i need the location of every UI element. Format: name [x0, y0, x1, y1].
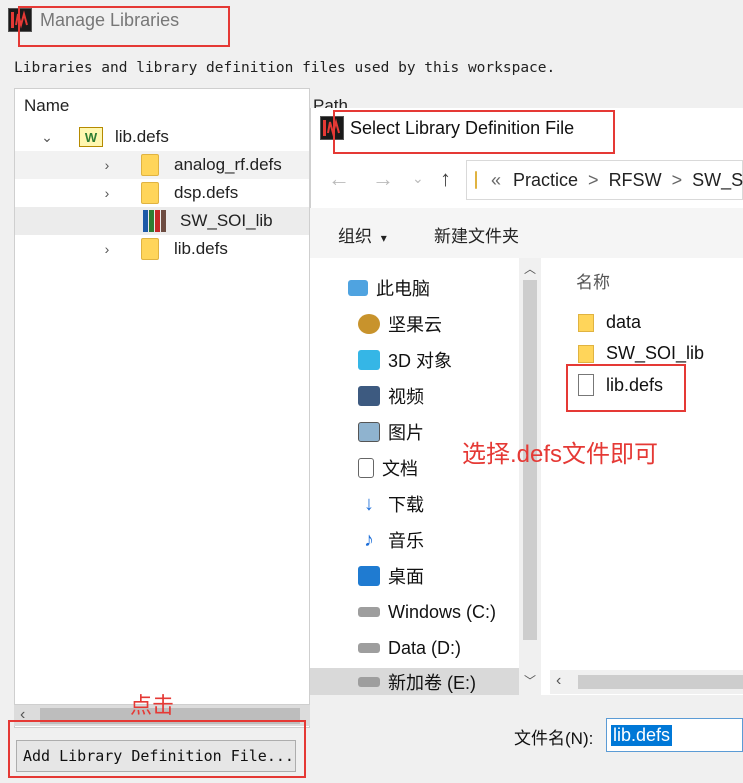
nav-label: 下载 — [388, 495, 424, 515]
tree-label: SW_SOI_lib — [180, 211, 273, 230]
nav-item-drive-e[interactable]: 新加卷 (E:) — [310, 668, 520, 695]
navigation-pane: 此电脑 坚果云 3D 对象 视频 图片 文档 ↓ 下载 ♪ 音乐 桌面 Wind… — [310, 258, 542, 695]
nav-item-nutstore[interactable]: 坚果云 — [310, 308, 520, 340]
nav-label: 视频 — [388, 387, 424, 407]
file-label: SW_SOI_lib — [606, 343, 705, 363]
annotation-box-title — [18, 6, 230, 47]
file-item-sw-soi[interactable]: SW_SOI_lib — [578, 343, 704, 364]
folder-icon — [141, 238, 159, 260]
folder-icon — [578, 313, 594, 332]
folder-icon — [141, 154, 159, 176]
drive-c-icon — [358, 607, 380, 617]
nav-label: 音乐 — [388, 531, 424, 551]
annotation-click-text: 点击 — [130, 693, 175, 718]
tree-row-libdefs[interactable]: › lib.defs — [15, 235, 309, 263]
document-icon — [358, 458, 374, 478]
library-books-icon — [143, 210, 167, 232]
nav-item-desktop[interactable]: 桌面 — [310, 560, 520, 592]
organize-button[interactable]: 组织 ▾ — [338, 222, 387, 247]
desktop-icon — [358, 566, 380, 586]
folder-icon — [475, 171, 477, 189]
nav-label: Windows (C:) — [388, 601, 497, 622]
chevron-right-icon[interactable]: › — [97, 157, 117, 173]
video-icon — [358, 386, 380, 406]
dialog-toolbar: 组织 ▾ 新建文件夹 — [310, 208, 743, 258]
breadcrumb-practice[interactable]: Practice — [513, 170, 578, 191]
nav-label: Data (D:) — [388, 637, 462, 658]
folder-icon — [141, 182, 159, 204]
address-bar[interactable]: « Practice > RFSW > SW_S — [466, 160, 743, 200]
tree-label: lib.defs — [115, 127, 169, 146]
breadcrumb-prefix[interactable]: « — [491, 170, 501, 191]
nutstore-icon — [358, 314, 380, 334]
filename-value: lib.defs — [611, 724, 673, 746]
organize-label: 组织 — [338, 227, 372, 246]
column-header-filename[interactable]: 名称 — [576, 268, 610, 293]
nav-item-3d-objects[interactable]: 3D 对象 — [310, 344, 520, 376]
nav-label: 3D 对象 — [388, 351, 453, 371]
organize-caret-icon: ▾ — [380, 231, 387, 245]
nav-label: 新加卷 (E:) — [388, 672, 476, 693]
filename-input[interactable]: lib.defs — [606, 718, 743, 752]
filename-label: 文件名(N): — [514, 729, 594, 748]
forward-arrow-icon[interactable]: → — [372, 166, 394, 192]
nav-vertical-scrollbar[interactable]: ︿ ﹀ — [519, 258, 541, 695]
drive-e-icon — [358, 676, 380, 687]
breadcrumb-separator: > — [588, 169, 599, 190]
nav-label: 桌面 — [388, 567, 424, 587]
nav-item-music[interactable]: ♪ 音乐 — [310, 524, 520, 556]
tree-row-dsp[interactable]: › dsp.defs — [15, 179, 309, 207]
breadcrumb-rfsw[interactable]: RFSW — [609, 170, 662, 191]
column-header-name[interactable]: Name — [24, 96, 69, 116]
annotation-box-libdefs-file — [566, 364, 686, 412]
annotation-box-dialog-title — [333, 110, 615, 154]
file-label: data — [606, 312, 642, 332]
nav-item-video[interactable]: 视频 — [310, 380, 520, 412]
nav-item-drive-d[interactable]: Data (D:) — [310, 632, 520, 664]
nav-label: 坚果云 — [388, 315, 442, 335]
file-horizontal-scrollbar[interactable]: ‹ — [550, 670, 743, 694]
up-arrow-icon[interactable]: ↑ — [440, 166, 451, 192]
scroll-left-icon[interactable]: ‹ — [556, 672, 561, 690]
chevron-right-icon[interactable]: › — [97, 241, 117, 257]
nav-label: 文档 — [382, 459, 418, 479]
breadcrumb-sw-s[interactable]: SW_S — [692, 170, 743, 191]
3d-objects-icon — [358, 350, 380, 370]
chevron-down-icon[interactable]: ⌄ — [37, 129, 57, 146]
breadcrumb-separator: > — [671, 169, 683, 190]
annotation-choose-text: 选择.defs文件即可 — [462, 441, 659, 468]
library-tree: Name Path ⌄ W lib.defs › analog_rf.defs … — [14, 88, 348, 728]
workspace-icon: W — [79, 127, 103, 147]
new-folder-button[interactable]: 新建文件夹 — [434, 222, 519, 247]
nav-item-drive-c[interactable]: Windows (C:) — [310, 596, 520, 628]
drive-d-icon — [358, 643, 380, 653]
scroll-down-icon[interactable]: ﹀ — [524, 672, 536, 689]
nav-label: 图片 — [388, 423, 424, 443]
picture-icon — [358, 422, 380, 442]
folder-icon — [578, 344, 594, 363]
scroll-up-icon[interactable]: ︿ — [524, 260, 536, 277]
tree-label: analog_rf.defs — [174, 155, 282, 174]
music-icon: ♪ — [364, 528, 374, 551]
back-arrow-icon[interactable]: ← — [328, 166, 350, 192]
chevron-right-icon[interactable]: › — [97, 185, 117, 201]
tree-row-sw-soi[interactable]: SW_SOI_lib — [15, 207, 309, 235]
nav-item-downloads[interactable]: ↓ 下载 — [310, 488, 520, 520]
scrollbar-thumb[interactable] — [578, 675, 743, 689]
pc-icon — [348, 280, 368, 296]
nav-item-this-pc[interactable]: 此电脑 — [310, 272, 520, 304]
tree-label: dsp.defs — [174, 183, 239, 202]
recent-dropdown-icon[interactable]: ⌄ — [412, 170, 424, 187]
add-library-definition-file-button[interactable]: Add Library Definition File... — [16, 740, 296, 772]
description-text: Libraries and library definition files u… — [14, 60, 556, 76]
file-item-data[interactable]: data — [578, 312, 641, 333]
nav-label: 此电脑 — [376, 279, 430, 299]
download-icon: ↓ — [364, 492, 374, 515]
tree-row-root[interactable]: ⌄ W lib.defs — [15, 123, 309, 151]
tree-row-analog[interactable]: › analog_rf.defs — [15, 151, 309, 179]
tree-label: lib.defs — [174, 239, 228, 258]
